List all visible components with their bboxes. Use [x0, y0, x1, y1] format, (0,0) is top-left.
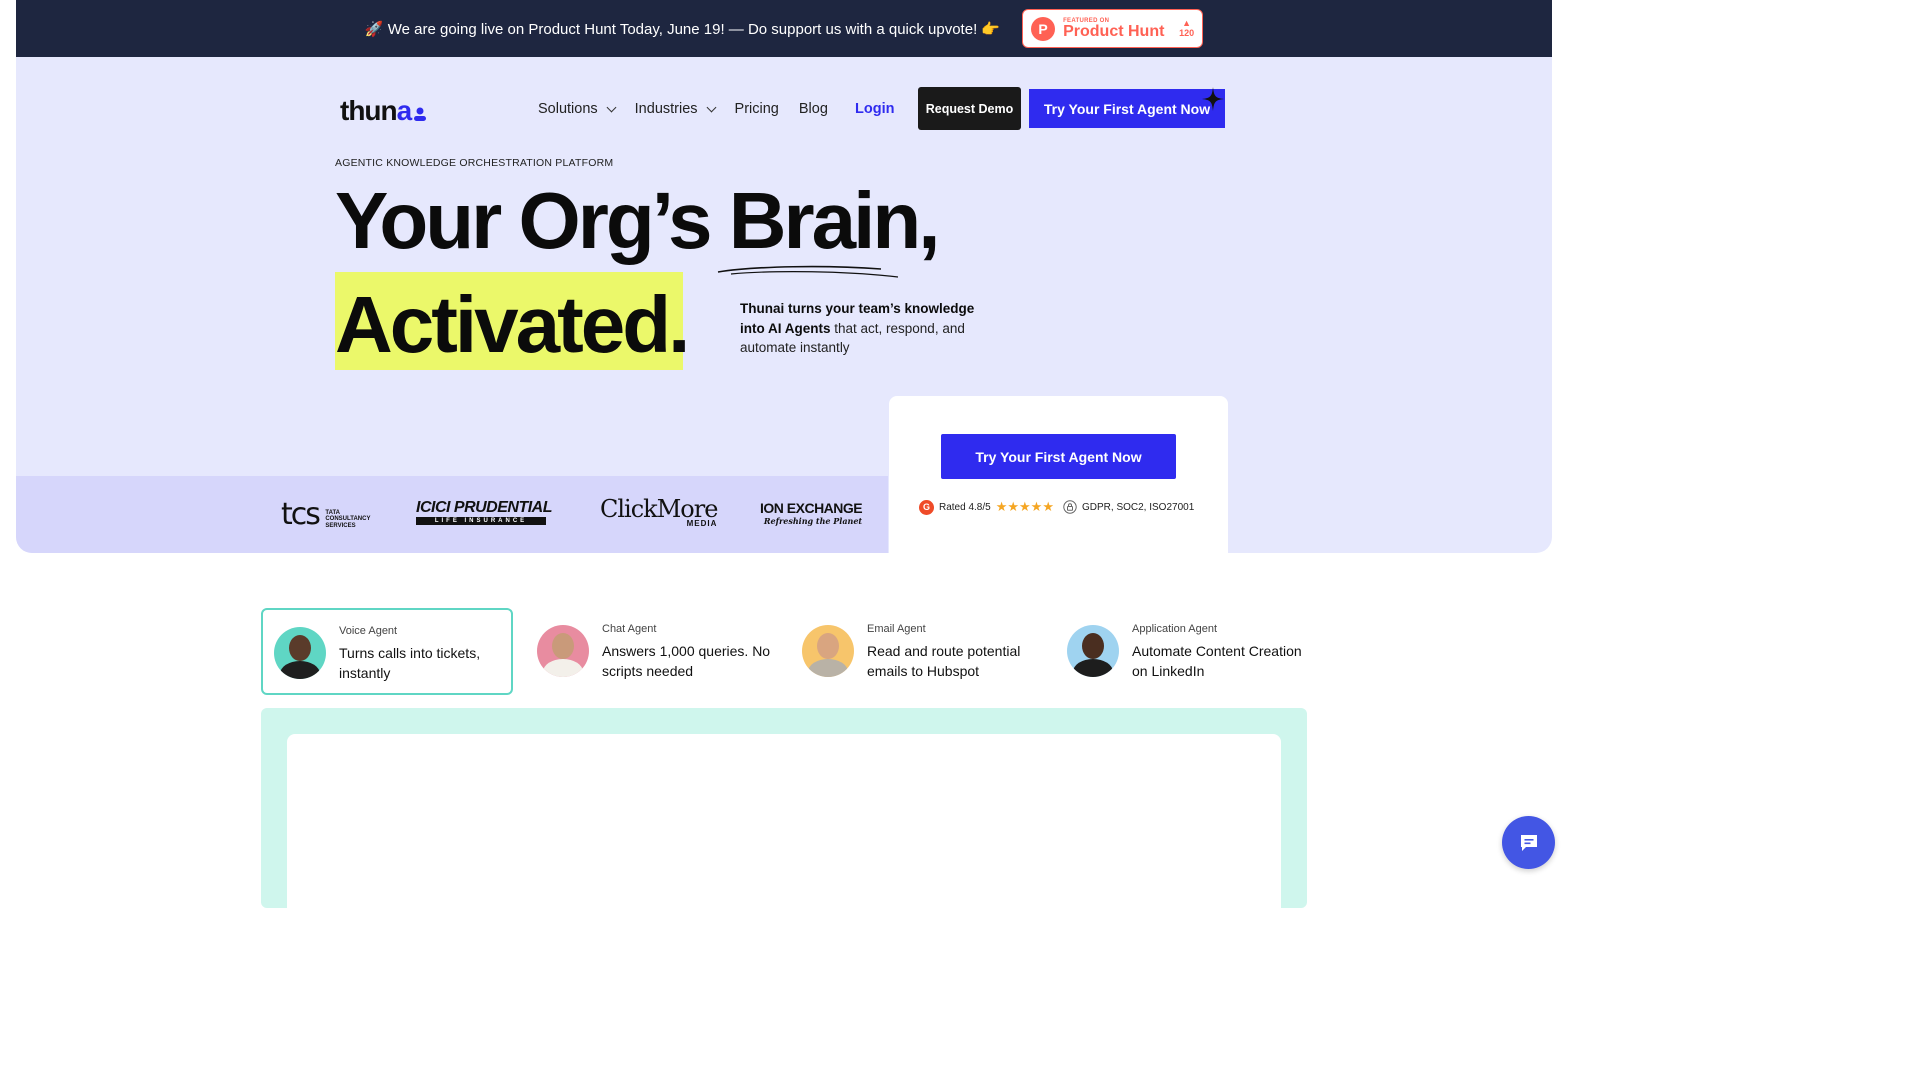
- agent-preview-content: [287, 734, 1281, 934]
- client-name: tcs: [281, 497, 321, 532]
- try-agent-button-header[interactable]: Try Your First Agent Now: [1029, 89, 1225, 128]
- user-dot-icon: [414, 107, 427, 121]
- agent-tab-voice[interactable]: Voice Agent Turns calls into tickets, in…: [261, 608, 513, 695]
- hero-section: thun a Solutions Industries Pricing Blog …: [16, 57, 1552, 553]
- avatar: [274, 627, 326, 679]
- client-logo-clickmore: ClickMore MEDIA: [600, 495, 718, 528]
- try-agent-button-card[interactable]: Try Your First Agent Now: [941, 434, 1176, 479]
- hero-headline-line2: Activated.: [335, 280, 690, 369]
- logo-accent: a: [396, 95, 413, 126]
- product-hunt-name: Product Hunt: [1063, 22, 1165, 40]
- avatar: [1067, 625, 1119, 677]
- avatar-body: [543, 659, 583, 677]
- product-hunt-label: FEATURED ON Product Hunt: [1063, 18, 1164, 40]
- avatar-body: [1073, 659, 1113, 677]
- lock-icon: [1063, 500, 1077, 514]
- avatar-head: [817, 633, 839, 659]
- avatar-head: [1082, 633, 1104, 659]
- agent-type: Email Agent: [867, 623, 926, 635]
- agent-desc: Answers 1,000 queries. No scripts needed: [602, 643, 771, 680]
- nav-label: Blog: [798, 101, 828, 117]
- avatar: [802, 625, 854, 677]
- nav-label: Pricing: [734, 101, 779, 117]
- agent-tabs: Voice Agent Turns calls into tickets, in…: [261, 608, 1307, 695]
- agent-desc: Turns calls into tickets, instantly: [339, 645, 481, 682]
- star-rating-icon: ★★★★★: [995, 499, 1054, 514]
- sparkle-icon: [1202, 87, 1224, 111]
- nav-solutions[interactable]: Solutions: [538, 101, 617, 117]
- product-hunt-icon: P: [1031, 16, 1056, 41]
- agent-type: Chat Agent: [602, 623, 657, 635]
- nav-blog[interactable]: Blog: [799, 101, 828, 117]
- client-logo-icici: ICICI PRUDENTIAL LIFE INSURANCE: [416, 499, 553, 525]
- nav-industries[interactable]: Industries: [634, 101, 716, 117]
- nav-label: Industries: [634, 101, 698, 117]
- client-logo-ionexchange: ION EXCHANGE Refreshing the Planet: [760, 500, 863, 526]
- client-name: ClickMore: [600, 495, 718, 523]
- main-nav: Solutions Industries Pricing Blog: [538, 101, 828, 117]
- hero-eyebrow: AGENTIC KNOWLEDGE ORCHESTRATION PLATFORM: [335, 157, 614, 169]
- avatar-body: [808, 659, 848, 677]
- agent-desc: Read and route potential emails to Hubsp…: [867, 643, 1021, 680]
- agent-tab-email[interactable]: Email Agent Read and route potential ema…: [791, 608, 1043, 695]
- cta-card: Try Your First Agent Now G Rated 4.8/5 ★…: [889, 396, 1228, 553]
- logo-text: thun: [340, 95, 398, 126]
- product-hunt-badge[interactable]: P FEATURED ON Product Hunt ▲ 120: [1022, 9, 1204, 48]
- avatar-head: [552, 633, 574, 659]
- agent-tab-chat[interactable]: Chat Agent Answers 1,000 queries. No scr…: [526, 608, 778, 695]
- client-name: ION EXCHANGE: [760, 500, 863, 516]
- brain-underline-scribble: [717, 265, 899, 278]
- upvote-count: ▲ 120: [1179, 18, 1195, 39]
- request-demo-button[interactable]: Request Demo: [918, 87, 1021, 130]
- agent-type: Voice Agent: [339, 625, 398, 637]
- client-name: ICICI PRUDENTIAL: [416, 499, 553, 516]
- chat-widget-button[interactable]: [1502, 816, 1555, 869]
- chevron-down-icon: [706, 102, 716, 113]
- upvote-number: 120: [1179, 27, 1195, 38]
- compliance-text: GDPR, SOC2, ISO27001: [1082, 501, 1195, 513]
- avatar-body: [280, 661, 320, 679]
- hero-subtitle: Thunai turns your team’s knowledge into …: [740, 299, 990, 358]
- rating-row: G Rated 4.8/5 ★★★★★ GDPR, SOC2, ISO27001: [919, 499, 1194, 515]
- chat-icon: [1520, 834, 1537, 851]
- client-sub: TATA CONSULTANCY SERVICES: [325, 509, 371, 530]
- chevron-down-icon: [606, 102, 617, 113]
- avatar: [537, 625, 589, 677]
- agent-preview-panel: [261, 708, 1307, 934]
- agent-type: Application Agent: [1132, 623, 1218, 635]
- agent-desc: Automate Content Creation on LinkedIn: [1132, 643, 1302, 680]
- avatar-head: [289, 635, 311, 661]
- client-logo-tcs: tcs TATA CONSULTANCY SERVICES: [281, 497, 375, 532]
- client-sub: LIFE INSURANCE: [416, 517, 546, 525]
- g2-icon: G: [919, 499, 934, 515]
- login-link[interactable]: Login: [855, 101, 894, 117]
- nav-pricing[interactable]: Pricing: [735, 101, 779, 117]
- rating-text: Rated 4.8/5: [939, 501, 991, 513]
- announcement-text: 🚀 We are going live on Product Hunt Toda…: [364, 20, 1001, 38]
- hero-headline-line1: Your Org’s Brain,: [335, 176, 940, 265]
- thunai-logo[interactable]: thun a: [340, 95, 428, 127]
- agent-tab-application[interactable]: Application Agent Automate Content Creat…: [1056, 608, 1308, 695]
- client-sub: Refreshing the Planet: [763, 516, 863, 526]
- announcement-banner: 🚀 We are going live on Product Hunt Toda…: [16, 0, 1552, 57]
- nav-label: Solutions: [538, 101, 598, 117]
